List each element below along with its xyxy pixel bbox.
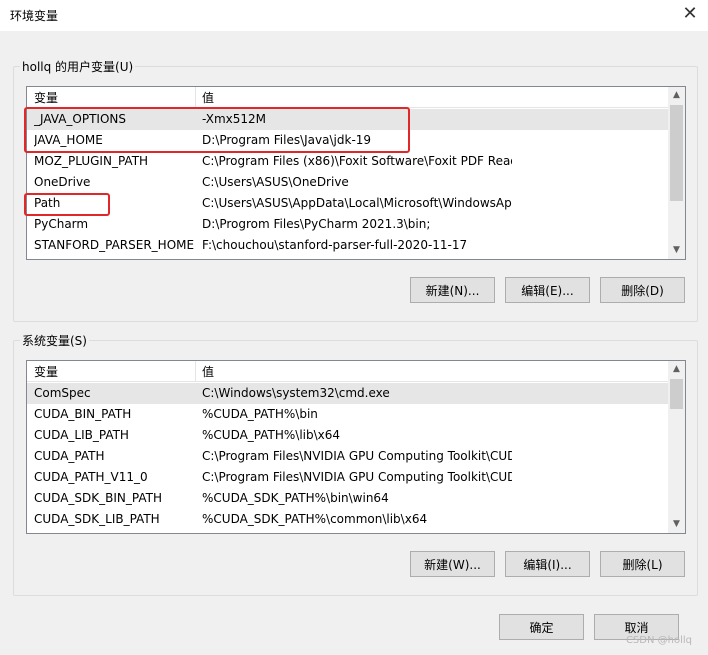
scroll-down-icon[interactable]: ▼	[668, 516, 685, 533]
user-new-button[interactable]: 新建(N)...	[410, 277, 495, 303]
user-edit-button[interactable]: 编辑(E)...	[505, 277, 590, 303]
watermark: CSDN @hollq	[625, 635, 692, 646]
sys-vars-header: 变量 值	[27, 361, 668, 382]
column-header-variable[interactable]: 变量	[34, 363, 58, 380]
var-value: %CUDA_SDK_PATH%\common\lib\x64	[202, 512, 428, 526]
table-row[interactable]: ComSpec C:\Windows\system32\cmd.exe	[27, 383, 668, 404]
sys-vars-list[interactable]: 变量 值 ComSpec C:\Windows\system32\cmd.exe…	[26, 360, 686, 534]
sys-delete-button[interactable]: 删除(L)	[600, 551, 685, 577]
var-value: D:\Progrom Files\PyCharm 2021.3\bin;	[202, 217, 431, 231]
var-value: %CUDA_SDK_PATH%\bin\win64	[202, 491, 389, 505]
var-value: C:\Users\ASUS\AppData\Local\Microsoft\Wi…	[202, 196, 512, 210]
var-value: %CUDA_PATH%\lib\x64	[202, 428, 341, 442]
scroll-up-icon[interactable]: ▲	[668, 361, 685, 378]
table-row[interactable]: CUDA_SDK_LIB_PATH %CUDA_SDK_PATH%\common…	[27, 509, 668, 530]
scroll-up-icon[interactable]: ▲	[668, 87, 685, 104]
column-header-variable[interactable]: 变量	[34, 89, 58, 106]
column-header-value[interactable]: 值	[202, 89, 214, 106]
table-row[interactable]: CUDA_SDK_BIN_PATH %CUDA_SDK_PATH%\bin\wi…	[27, 488, 668, 509]
highlight-box-java	[24, 107, 410, 153]
sys-new-button[interactable]: 新建(W)...	[410, 551, 495, 577]
scroll-thumb[interactable]	[670, 379, 683, 409]
table-row[interactable]: OneDrive C:\Users\ASUS\OneDrive	[27, 172, 668, 193]
scroll-thumb[interactable]	[670, 105, 683, 201]
ok-button[interactable]: 确定	[499, 614, 584, 640]
var-value: C:\Program Files\NVIDIA GPU Computing To…	[202, 470, 512, 484]
table-row[interactable]: CUDA_LIB_PATH %CUDA_PATH%\lib\x64	[27, 425, 668, 446]
var-value: %CUDA_PATH%\bin	[202, 407, 318, 421]
var-name: CUDA_PATH	[34, 449, 105, 463]
var-name: CUDA_PATH_V11_0	[34, 470, 148, 484]
highlight-box-path	[24, 193, 110, 216]
column-header-value[interactable]: 值	[202, 363, 214, 380]
var-value: C:\Users\ASUS\OneDrive	[202, 175, 349, 189]
var-name: CUDA_BIN_PATH	[34, 407, 132, 421]
table-row[interactable]: STANFORD_PARSER_HOME F:\chouchou\stanfor…	[27, 235, 668, 256]
table-row[interactable]: CUDA_PATH_V11_0 C:\Program Files\NVIDIA …	[27, 467, 668, 488]
title-bar: 环境变量 ✕	[0, 0, 708, 31]
var-name: OneDrive	[34, 175, 91, 189]
var-name: CUDA_LIB_PATH	[34, 428, 129, 442]
scroll-down-icon[interactable]: ▼	[668, 242, 685, 259]
var-value: C:\Program Files (x86)\Foxit Software\Fo…	[202, 154, 512, 168]
user-delete-button[interactable]: 删除(D)	[600, 277, 685, 303]
table-row[interactable]: Path C:\Users\ASUS\AppData\Local\Microso…	[27, 193, 668, 214]
table-row[interactable]: MOZ_PLUGIN_PATH C:\Program Files (x86)\F…	[27, 151, 668, 172]
window-title: 环境变量	[10, 9, 59, 23]
user-vars-header: 变量 值	[27, 87, 668, 108]
sys-edit-button[interactable]: 编辑(I)...	[505, 551, 590, 577]
var-name: MOZ_PLUGIN_PATH	[34, 154, 149, 168]
var-name: PyCharm	[34, 217, 89, 231]
var-value: C:\Program Files\NVIDIA GPU Computing To…	[202, 449, 512, 463]
var-name: ComSpec	[34, 386, 91, 400]
user-vars-group-label: hollq 的用户变量(U)	[20, 58, 136, 75]
close-icon[interactable]: ✕	[680, 4, 700, 24]
vertical-scrollbar[interactable]: ▲ ▼	[668, 361, 685, 533]
table-row[interactable]: CUDA_BIN_PATH %CUDA_PATH%\bin	[27, 404, 668, 425]
var-name: CUDA_SDK_LIB_PATH	[34, 512, 160, 526]
var-name: CUDA_SDK_BIN_PATH	[34, 491, 162, 505]
var-name: STANFORD_PARSER_HOME	[34, 238, 195, 252]
var-value: F:\chouchou\stanford-parser-full-2020-11…	[202, 238, 468, 252]
table-row[interactable]: CUDA_PATH C:\Program Files\NVIDIA GPU Co…	[27, 446, 668, 467]
vertical-scrollbar[interactable]: ▲ ▼	[668, 87, 685, 259]
sys-vars-group-label: 系统变量(S)	[20, 332, 89, 349]
table-row[interactable]: PyCharm D:\Progrom Files\PyCharm 2021.3\…	[27, 214, 668, 235]
var-value: C:\Windows\system32\cmd.exe	[202, 386, 390, 400]
